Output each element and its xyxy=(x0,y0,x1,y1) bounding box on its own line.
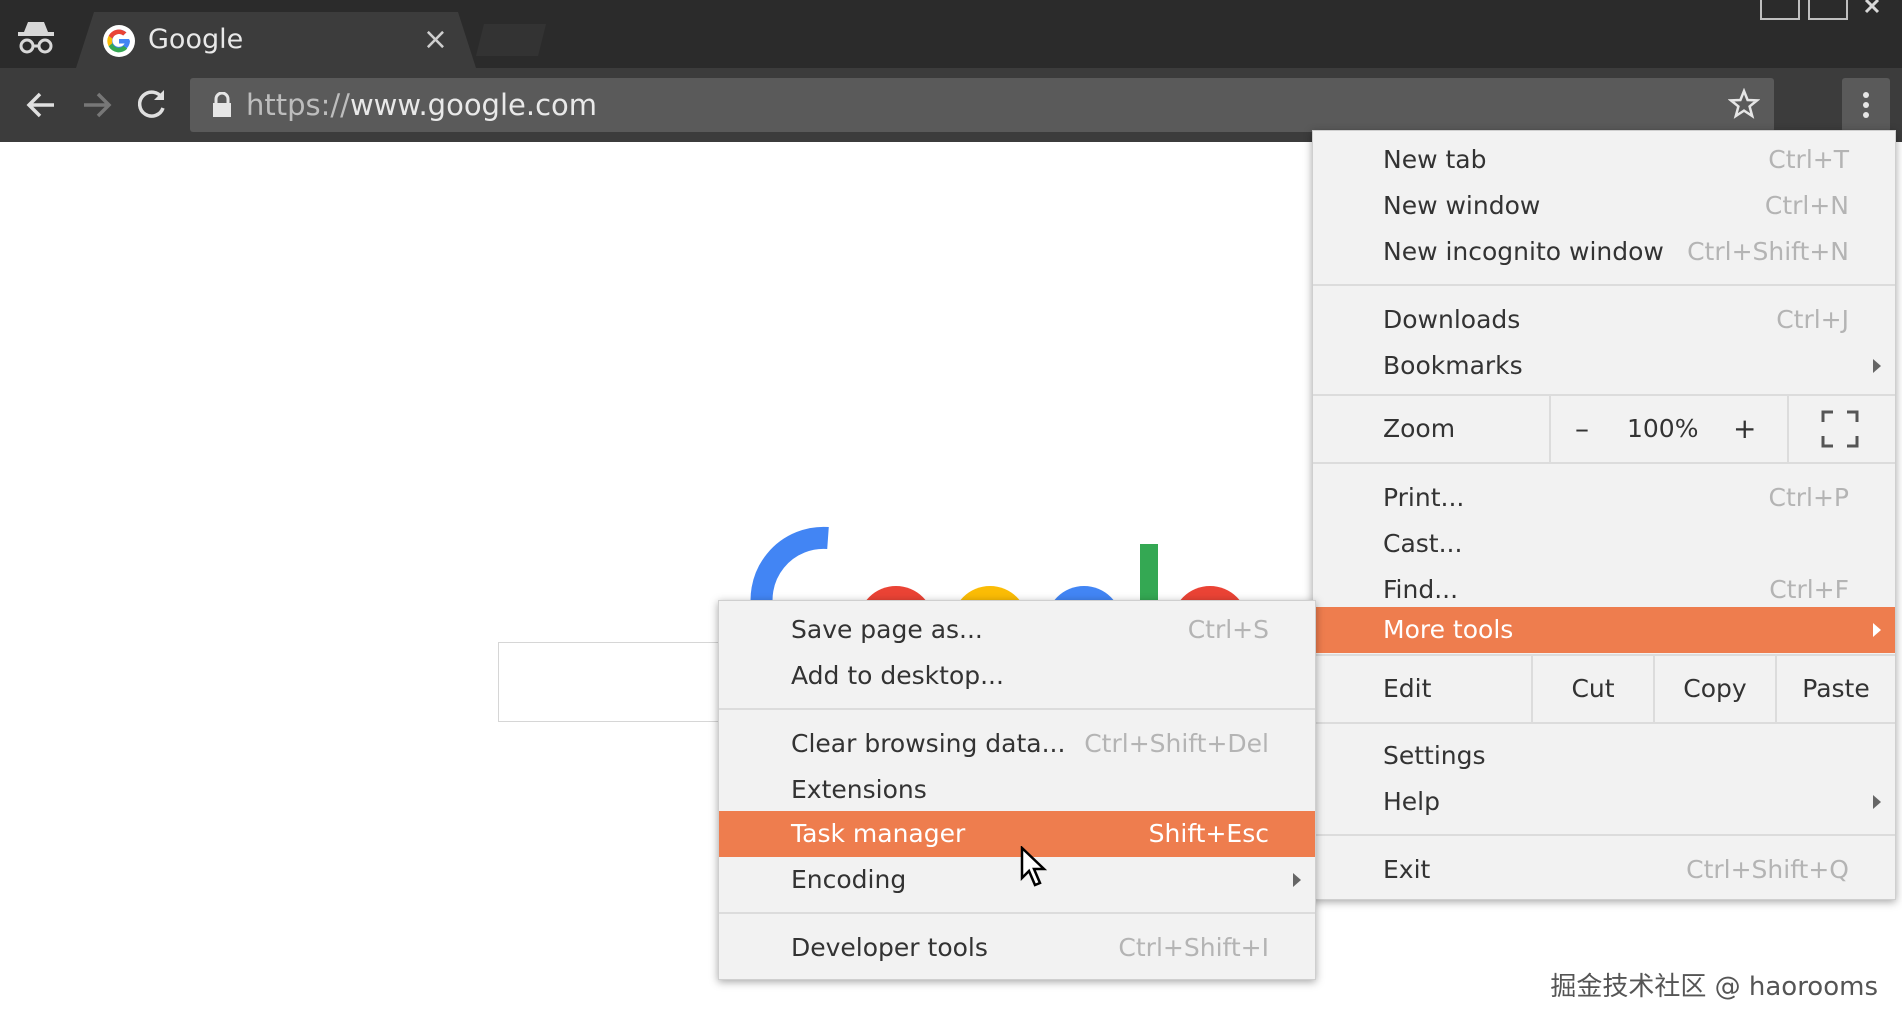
menu-item-cast[interactable]: Cast... xyxy=(1313,521,1895,567)
menu-item-help[interactable]: Help xyxy=(1313,779,1895,825)
menu-item-label: Help xyxy=(1383,787,1440,816)
tab-title: Google xyxy=(148,24,244,55)
menu-item-label: Clear browsing data... xyxy=(791,729,1066,758)
chrome-menu-button[interactable] xyxy=(1842,78,1890,132)
menu-item-shortcut: Shift+Esc xyxy=(1148,819,1269,848)
menu-item-shortcut: Ctrl+J xyxy=(1776,305,1849,334)
menu-item-shortcut: Ctrl+T xyxy=(1768,145,1849,174)
browser-tab[interactable]: Google × xyxy=(76,12,476,68)
menu-item-label: Settings xyxy=(1383,741,1486,770)
menu-item-label: Cast... xyxy=(1383,529,1463,558)
close-icon[interactable]: × xyxy=(423,22,448,58)
more-tools-submenu: Save page as... Ctrl+S Add to desktop...… xyxy=(718,600,1316,980)
menu-separator xyxy=(719,912,1315,914)
edit-row: Edit Cut Copy Paste xyxy=(1313,656,1895,722)
menu-item-label: Encoding xyxy=(791,865,907,894)
menu-item-label: More tools xyxy=(1383,615,1514,644)
zoom-out-button[interactable]: – xyxy=(1575,406,1589,452)
menu-item-label: Save page as... xyxy=(791,615,983,644)
menu-item-bookmarks[interactable]: Bookmarks xyxy=(1313,343,1895,389)
lock-icon xyxy=(213,92,231,117)
menu-item-downloads[interactable]: Downloads Ctrl+J xyxy=(1313,297,1895,343)
star-icon[interactable] xyxy=(1728,88,1760,120)
submenu-arrow-icon xyxy=(1873,795,1881,809)
menu-item-label: New tab xyxy=(1383,145,1487,174)
menu-item-shortcut: Ctrl+P xyxy=(1768,483,1849,512)
submenu-arrow-icon xyxy=(1873,359,1881,373)
menu-item-label: Developer tools xyxy=(791,933,988,962)
google-favicon-icon xyxy=(102,24,136,58)
menu-item-label: Exit xyxy=(1383,855,1431,884)
menu-item-shortcut: Ctrl+Shift+Q xyxy=(1686,855,1849,884)
submenu-arrow-icon xyxy=(1873,623,1881,637)
menu-item-shortcut: Ctrl+S xyxy=(1187,615,1269,644)
zoom-row: Zoom – 100% + xyxy=(1313,396,1895,462)
paste-button[interactable]: Paste xyxy=(1777,666,1895,712)
menu-item-clear-browsing-data[interactable]: Clear browsing data... Ctrl+Shift+Del xyxy=(719,721,1315,767)
menu-item-label: Print... xyxy=(1383,483,1465,512)
menu-separator xyxy=(1313,462,1895,464)
menu-item-developer-tools[interactable]: Developer tools Ctrl+Shift+I xyxy=(719,925,1315,971)
maximize-button[interactable] xyxy=(1808,0,1848,20)
menu-item-label: Add to desktop... xyxy=(791,661,1004,690)
menu-item-new-window[interactable]: New window Ctrl+N xyxy=(1313,183,1895,229)
menu-item-label: Extensions xyxy=(791,775,927,804)
menu-item-encoding[interactable]: Encoding xyxy=(719,857,1315,903)
menu-item-label: Task manager xyxy=(791,819,966,848)
zoom-label: Zoom xyxy=(1383,414,1456,443)
mouse-cursor-icon xyxy=(1020,846,1048,887)
menu-item-label: Downloads xyxy=(1383,305,1521,334)
watermark: 掘金技术社区 @ haorooms xyxy=(1550,972,1878,1002)
submenu-arrow-icon xyxy=(1293,873,1301,887)
menu-separator xyxy=(719,708,1315,710)
zoom-level: 100% xyxy=(1627,414,1699,443)
title-bar: Google × xyxy=(0,0,1902,68)
three-dot-menu-icon xyxy=(1863,92,1869,118)
copy-button[interactable]: Copy xyxy=(1655,666,1775,712)
reload-icon[interactable] xyxy=(130,84,172,126)
menu-item-exit[interactable]: Exit Ctrl+Shift+Q xyxy=(1313,847,1895,893)
menu-item-label: New incognito window xyxy=(1383,237,1664,266)
url-text: https://www.google.com xyxy=(246,88,597,122)
menu-item-label: Bookmarks xyxy=(1383,351,1523,380)
menu-item-shortcut: Ctrl+N xyxy=(1764,191,1849,220)
menu-item-new-incognito-window[interactable]: New incognito window Ctrl+Shift+N xyxy=(1313,229,1895,275)
chrome-main-menu: New tab Ctrl+T New window Ctrl+N New inc… xyxy=(1312,130,1896,900)
zoom-in-button[interactable]: + xyxy=(1733,406,1756,452)
address-bar[interactable]: https://www.google.com xyxy=(190,78,1774,132)
menu-item-new-tab[interactable]: New tab Ctrl+T xyxy=(1313,137,1895,183)
new-tab-button[interactable] xyxy=(476,24,546,56)
url-scheme: https:// xyxy=(246,88,350,122)
menu-item-settings[interactable]: Settings xyxy=(1313,733,1895,779)
menu-divider xyxy=(1549,396,1551,462)
menu-item-task-manager[interactable]: Task manager Shift+Esc xyxy=(719,811,1315,857)
menu-item-shortcut: Ctrl+Shift+I xyxy=(1118,933,1269,962)
menu-separator xyxy=(1313,722,1895,724)
url-host: www.google.com xyxy=(349,88,598,122)
edit-label: Edit xyxy=(1383,674,1432,703)
fullscreen-icon[interactable] xyxy=(1821,410,1859,448)
menu-separator xyxy=(1313,284,1895,286)
menu-item-extensions[interactable]: Extensions xyxy=(719,767,1315,813)
menu-item-add-to-desktop[interactable]: Add to desktop... xyxy=(719,653,1315,699)
incognito-icon xyxy=(18,22,54,54)
close-window-icon xyxy=(1864,0,1880,14)
menu-separator xyxy=(1313,834,1895,836)
menu-item-print[interactable]: Print... Ctrl+P xyxy=(1313,475,1895,521)
minimize-button[interactable] xyxy=(1760,0,1800,20)
menu-item-more-tools[interactable]: More tools xyxy=(1313,607,1895,653)
close-window-button[interactable] xyxy=(1856,0,1892,18)
menu-divider xyxy=(1787,396,1789,462)
forward-arrow-icon[interactable] xyxy=(76,84,118,126)
menu-item-label: New window xyxy=(1383,191,1541,220)
menu-item-shortcut: Ctrl+Shift+Del xyxy=(1084,729,1269,758)
menu-item-save-page-as[interactable]: Save page as... Ctrl+S xyxy=(719,607,1315,653)
cut-button[interactable]: Cut xyxy=(1533,666,1653,712)
back-arrow-icon[interactable] xyxy=(20,84,62,126)
menu-item-shortcut: Ctrl+Shift+N xyxy=(1687,237,1849,266)
